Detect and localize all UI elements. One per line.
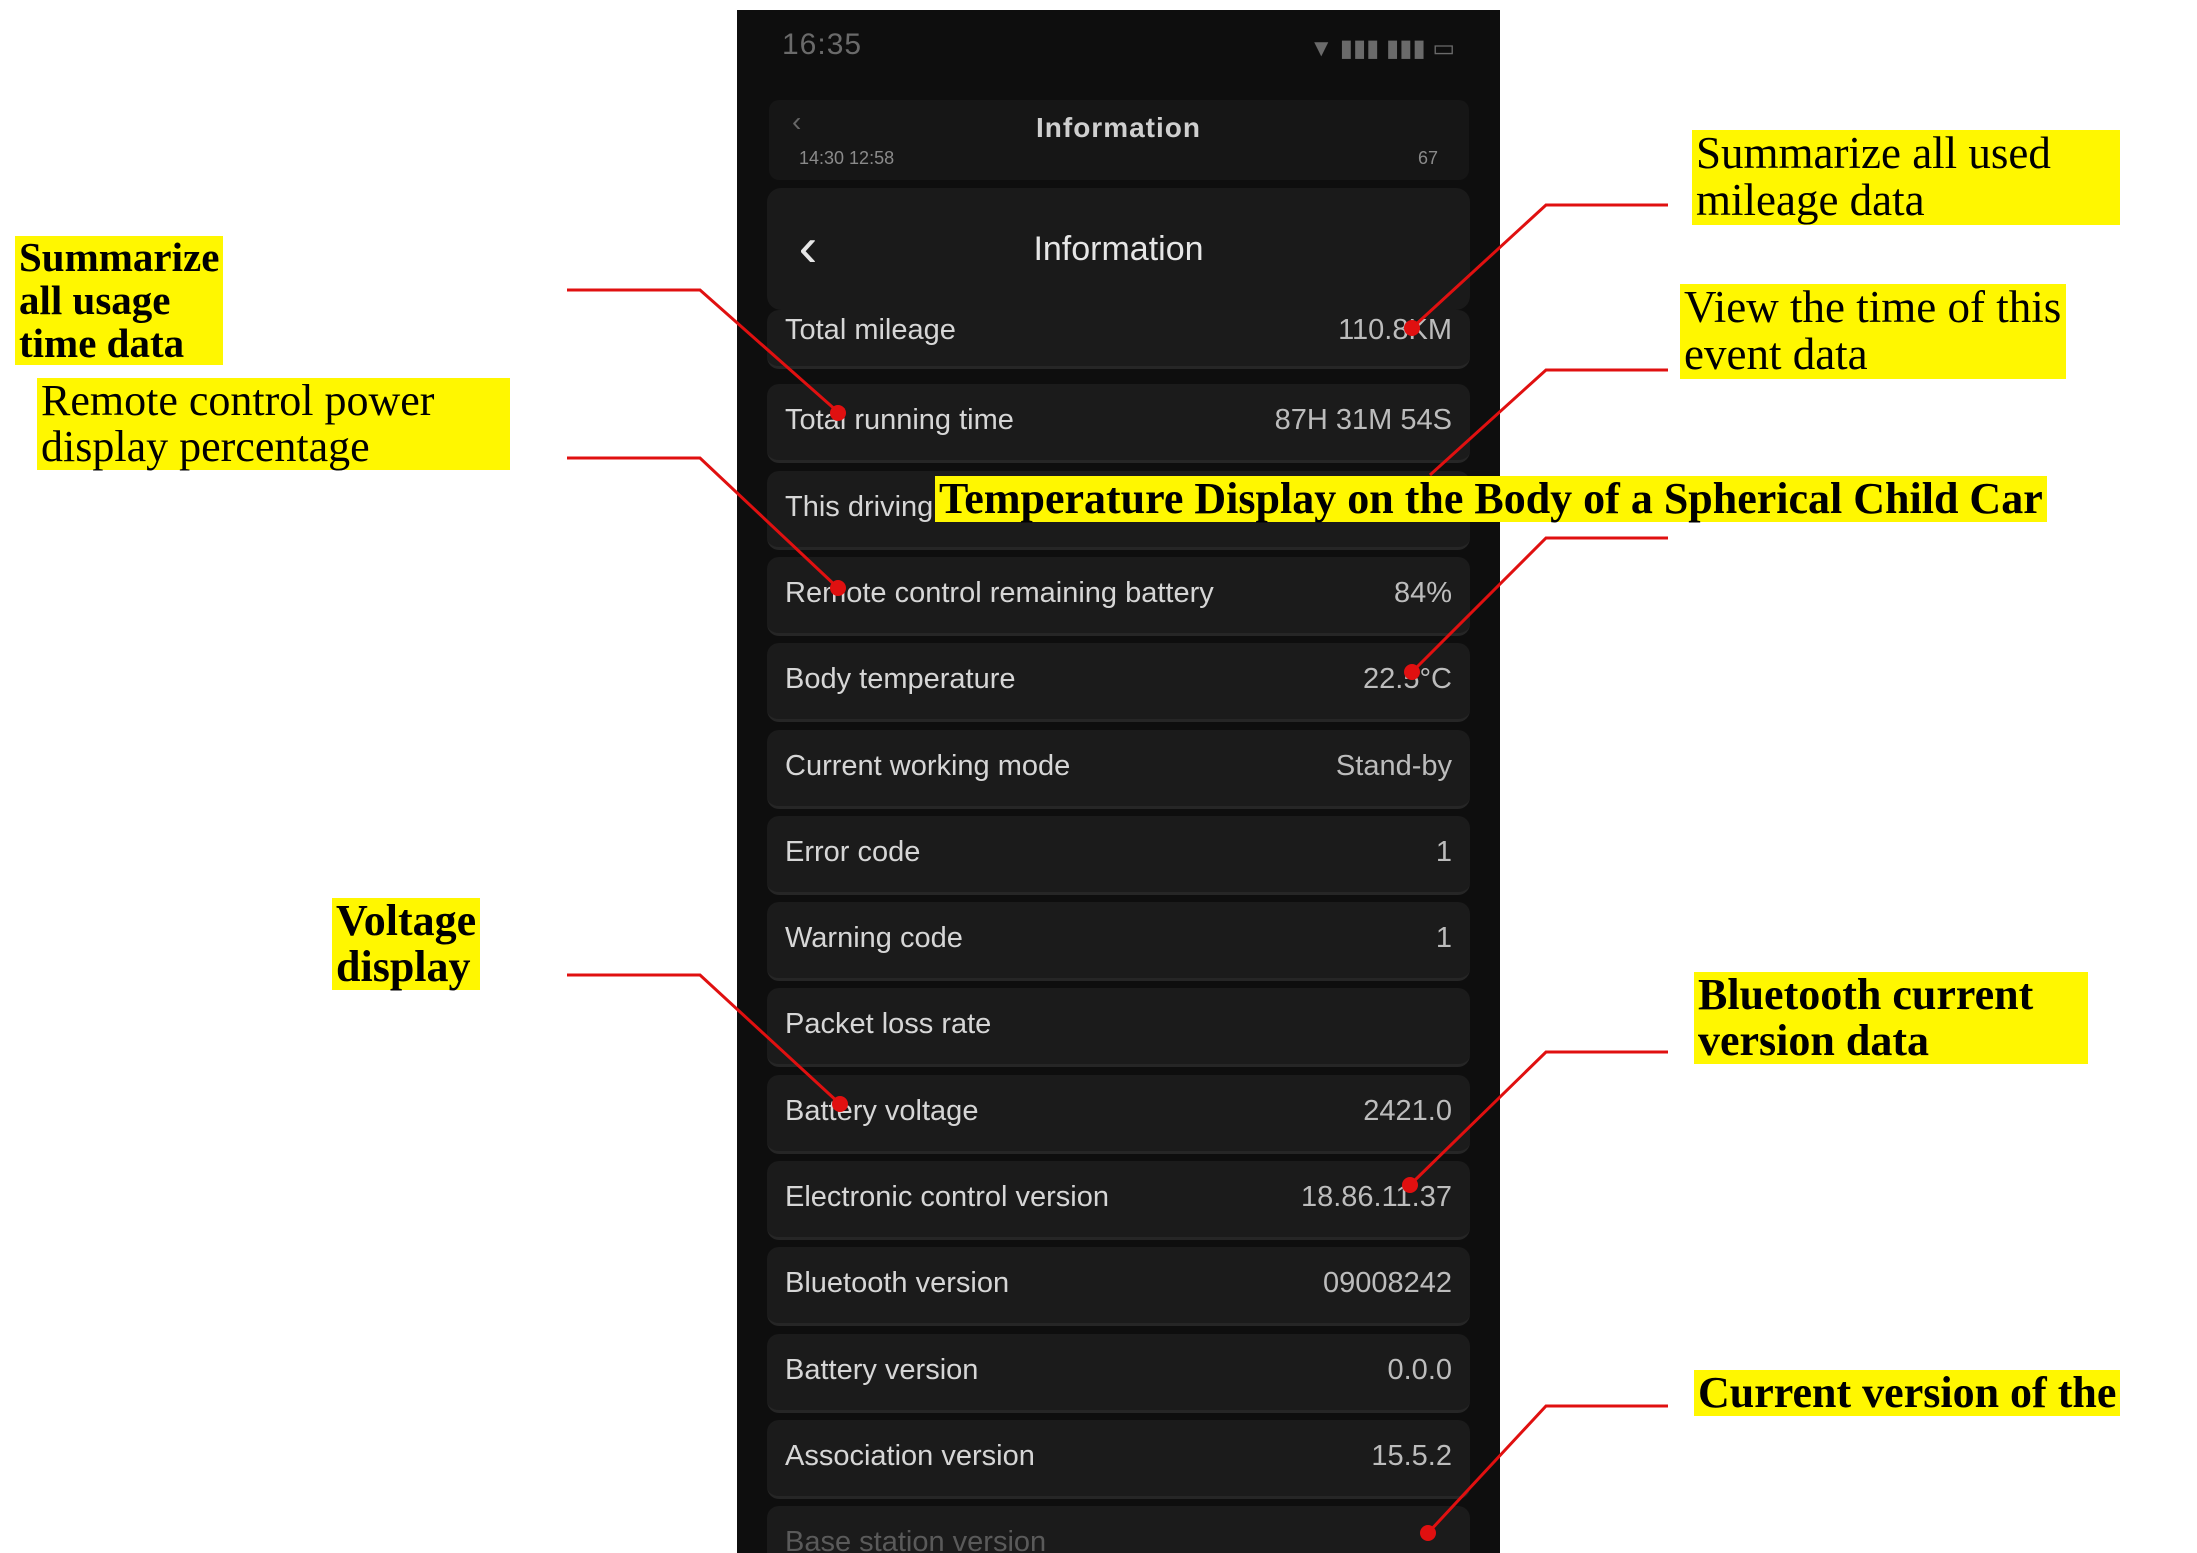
marker-dot <box>1404 320 1420 336</box>
leader-temperature <box>1410 536 1668 674</box>
leader-mileage <box>1410 203 1668 330</box>
marker-dot <box>830 580 846 596</box>
marker-dot <box>1402 1177 1418 1193</box>
marker-dot <box>832 1096 848 1112</box>
marker-dot <box>1404 664 1420 680</box>
callout-voltage: Voltage display <box>332 897 481 991</box>
leader-current-version <box>1426 1404 1668 1535</box>
callout-usage-time: Summarize all usage time data <box>15 235 224 366</box>
leader-bluetooth <box>1408 1050 1668 1187</box>
leader-usage-time <box>567 288 839 414</box>
callout-current-version: Current version of the <box>1694 1369 2121 1417</box>
leader-voltage <box>567 973 842 1106</box>
leader-remote-power <box>567 456 840 590</box>
callout-remote-power: Remote control power display percentage <box>37 377 510 471</box>
callout-event-time: View the time of this event data <box>1680 283 2066 379</box>
leader-lines <box>567 203 1668 1535</box>
marker-dot <box>1420 1525 1436 1541</box>
callout-mileage: Summarize all used mileage data <box>1692 129 2120 225</box>
leader-event-time <box>1428 368 1668 477</box>
callout-temperature: Temperature Display on the Body of a Sph… <box>935 475 2047 523</box>
marker-dot <box>830 405 846 421</box>
callout-bluetooth: Bluetooth current version data <box>1694 971 2088 1065</box>
